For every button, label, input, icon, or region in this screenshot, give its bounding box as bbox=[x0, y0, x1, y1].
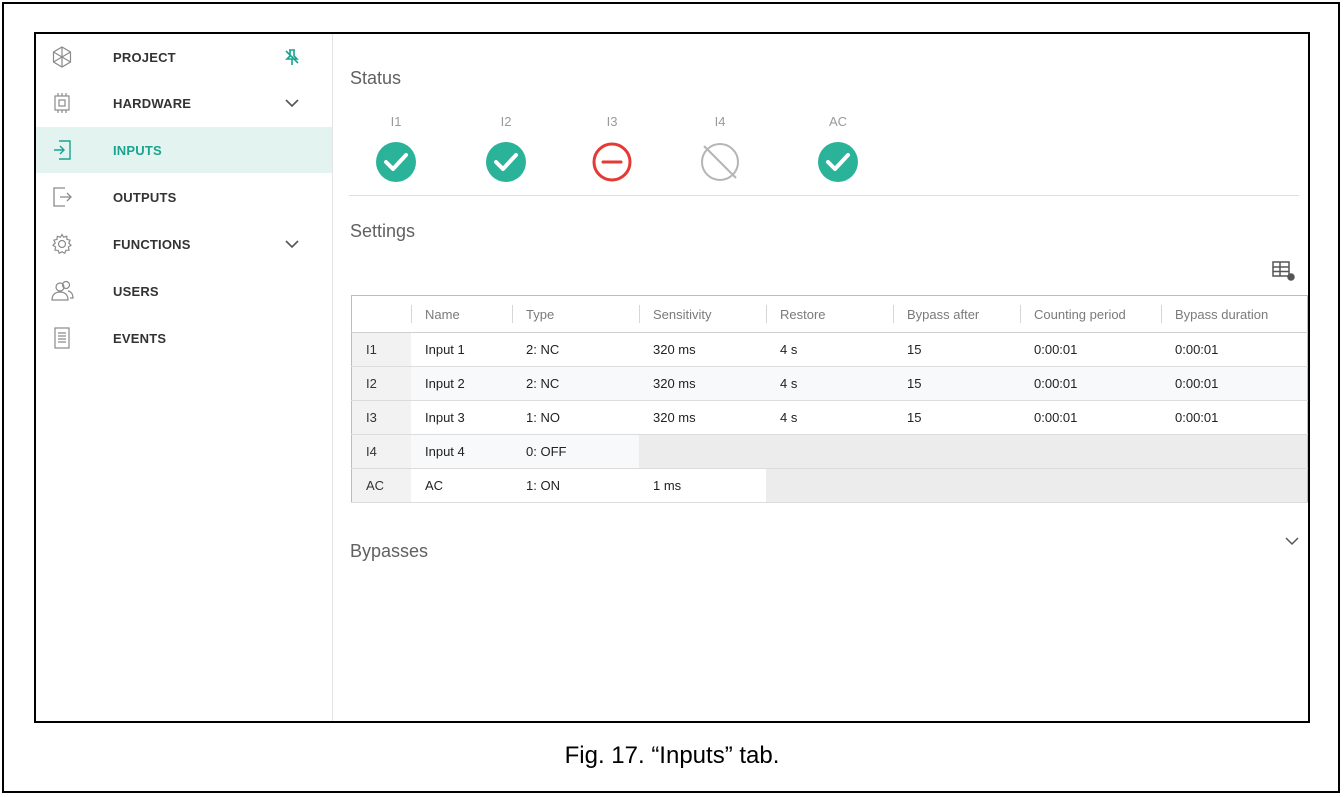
cell-restore[interactable]: 4 s bbox=[766, 400, 893, 435]
sidebar-item-outputs[interactable]: OUTPUTS bbox=[36, 174, 332, 220]
settings-section-title: Settings bbox=[350, 221, 416, 241]
gear-icon bbox=[52, 233, 72, 255]
cell-sensitivity[interactable]: 320 ms bbox=[639, 366, 766, 401]
status-label-i3: I3 bbox=[606, 114, 618, 129]
row-id: I2 bbox=[351, 366, 411, 401]
cell-bypass-after[interactable]: 15 bbox=[893, 366, 1020, 401]
cell-restore[interactable]: 4 s bbox=[766, 332, 893, 367]
status-label-i2: I2 bbox=[500, 114, 512, 129]
row-id: I3 bbox=[351, 400, 411, 435]
column-header-counting-period[interactable]: Counting period bbox=[1020, 295, 1161, 333]
table-row[interactable]: I3 Input 3 1: NO 320 ms 4 s 15 0:00:01 0… bbox=[351, 400, 1308, 435]
status-section-title: Status bbox=[350, 68, 402, 88]
cell-bypass-after[interactable]: 15 bbox=[893, 400, 1020, 435]
table-header-row: Name Type Sensitivity Restore Bypass aft… bbox=[351, 295, 1308, 333]
cell-name[interactable]: Input 2 bbox=[411, 366, 512, 401]
column-header bbox=[351, 295, 411, 333]
main-content: Status I1 I2 I3 I4 AC Settings Name Type… bbox=[333, 34, 1308, 721]
chevron-down-icon[interactable] bbox=[282, 234, 302, 254]
cell-name[interactable]: Input 4 bbox=[411, 434, 512, 469]
cell-bypass-after[interactable]: 15 bbox=[893, 332, 1020, 367]
sidebar-item-hardware[interactable]: HARDWARE bbox=[36, 80, 332, 126]
column-header-bypass-duration[interactable]: Bypass duration bbox=[1161, 295, 1308, 333]
check-circle-icon bbox=[376, 142, 416, 182]
status-label-i4: I4 bbox=[714, 114, 726, 129]
app-window: PROJECT HARDWARE INPUTS OUTPUTS FUNCTION… bbox=[34, 32, 1310, 723]
column-header-bypass-after[interactable]: Bypass after bbox=[893, 295, 1020, 333]
cell-type[interactable]: 2: NC bbox=[512, 332, 639, 367]
cell-name[interactable]: Input 3 bbox=[411, 400, 512, 435]
project-icon bbox=[52, 46, 72, 68]
sidebar: PROJECT HARDWARE INPUTS OUTPUTS FUNCTION… bbox=[36, 34, 333, 721]
row-id: I1 bbox=[351, 332, 411, 367]
sidebar-item-label: EVENTS bbox=[113, 330, 167, 346]
sidebar-item-label: USERS bbox=[113, 283, 159, 299]
figure-caption: Fig. 17. “Inputs” tab. bbox=[564, 742, 780, 769]
cell-type[interactable]: 1: NO bbox=[512, 400, 639, 435]
table-row[interactable]: I4 Input 4 0: OFF bbox=[351, 434, 1308, 469]
cell-bypass-duration[interactable]: 0:00:01 bbox=[1161, 400, 1308, 435]
cell-name[interactable]: Input 1 bbox=[411, 332, 512, 367]
users-icon bbox=[51, 280, 74, 301]
sidebar-item-users[interactable]: USERS bbox=[36, 268, 332, 314]
check-circle-icon bbox=[818, 142, 858, 182]
cell-counting-period[interactable]: 0:00:01 bbox=[1020, 400, 1161, 435]
input-icon bbox=[54, 140, 71, 160]
cell-type[interactable]: 0: OFF bbox=[512, 434, 639, 469]
column-header-name[interactable]: Name bbox=[411, 295, 512, 333]
hardware-chip-icon bbox=[54, 93, 70, 113]
cell-sensitivity[interactable]: 320 ms bbox=[639, 400, 766, 435]
chevron-down-icon[interactable] bbox=[1282, 531, 1302, 551]
check-circle-icon bbox=[486, 142, 526, 182]
output-icon bbox=[53, 187, 72, 207]
bypasses-section-title: Bypasses bbox=[350, 541, 429, 561]
disabled-circle-icon bbox=[701, 143, 739, 181]
sidebar-item-label: OUTPUTS bbox=[113, 189, 177, 205]
section-divider bbox=[349, 195, 1299, 196]
table-row[interactable]: AC AC 1: ON 1 ms bbox=[351, 468, 1308, 503]
sidebar-item-label: PROJECT bbox=[113, 49, 176, 65]
sidebar-item-functions[interactable]: FUNCTIONS bbox=[36, 221, 332, 267]
column-header-sensitivity[interactable]: Sensitivity bbox=[639, 295, 766, 333]
status-label-i1: I1 bbox=[390, 114, 402, 129]
alarm-minus-circle-icon bbox=[592, 142, 632, 182]
cell-type[interactable]: 2: NC bbox=[512, 366, 639, 401]
cell-restore[interactable]: 4 s bbox=[766, 366, 893, 401]
sidebar-item-project[interactable]: PROJECT bbox=[36, 34, 332, 80]
table-row[interactable]: I2 Input 2 2: NC 320 ms 4 s 15 0:00:01 0… bbox=[351, 366, 1308, 401]
table-settings-icon[interactable] bbox=[1271, 259, 1297, 283]
column-header-restore[interactable]: Restore bbox=[766, 295, 893, 333]
cell-type[interactable]: 1: ON bbox=[512, 468, 639, 503]
cell-bypass-duration[interactable]: 0:00:01 bbox=[1161, 366, 1308, 401]
column-header-type[interactable]: Type bbox=[512, 295, 639, 333]
sidebar-item-label: INPUTS bbox=[113, 142, 162, 158]
status-label-ac: AC bbox=[828, 114, 848, 129]
cell-counting-period[interactable]: 0:00:01 bbox=[1020, 332, 1161, 367]
chevron-down-icon[interactable] bbox=[282, 93, 302, 113]
cell-name[interactable]: AC bbox=[411, 468, 512, 503]
sidebar-item-inputs[interactable]: INPUTS bbox=[36, 127, 332, 173]
sidebar-item-label: FUNCTIONS bbox=[113, 236, 191, 252]
cell-bypass-duration[interactable]: 0:00:01 bbox=[1161, 332, 1308, 367]
sidebar-item-label: HARDWARE bbox=[113, 95, 192, 111]
pin-icon[interactable] bbox=[282, 47, 302, 67]
row-id: I4 bbox=[351, 434, 411, 469]
sidebar-item-events[interactable]: EVENTS bbox=[36, 315, 332, 361]
table-row[interactable]: I1 Input 1 2: NC 320 ms 4 s 15 0:00:01 0… bbox=[351, 332, 1308, 367]
document-icon bbox=[54, 327, 70, 349]
cell-disabled bbox=[639, 434, 1308, 469]
row-id: AC bbox=[351, 468, 411, 503]
cell-disabled bbox=[766, 468, 1308, 503]
cell-sensitivity[interactable]: 1 ms bbox=[639, 468, 766, 503]
settings-table: Name Type Sensitivity Restore Bypass aft… bbox=[351, 295, 1308, 503]
cell-counting-period[interactable]: 0:00:01 bbox=[1020, 366, 1161, 401]
cell-sensitivity[interactable]: 320 ms bbox=[639, 332, 766, 367]
